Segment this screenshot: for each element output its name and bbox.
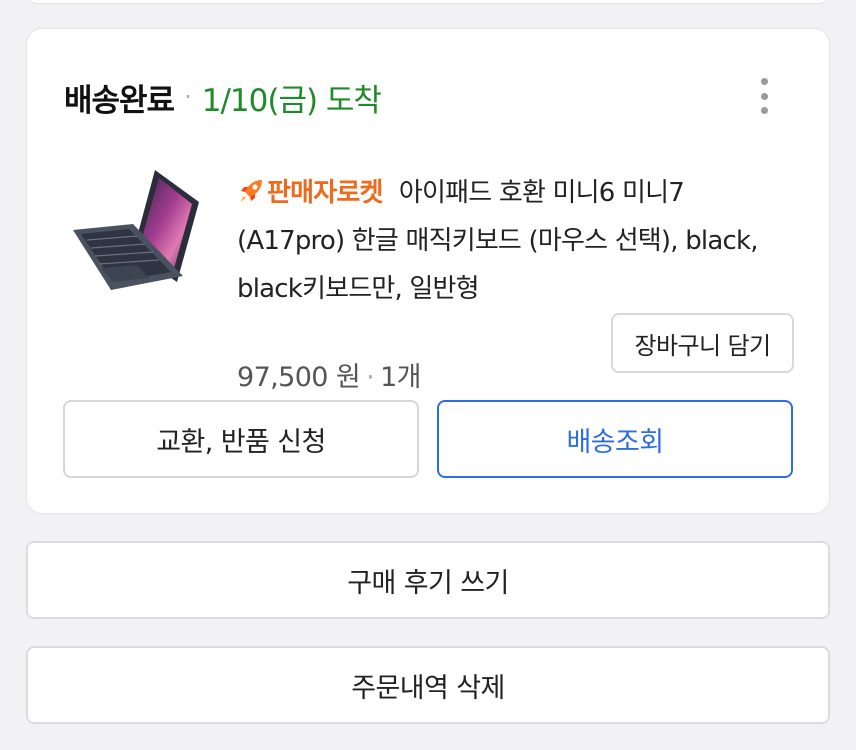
previous-card-edge (26, 0, 830, 4)
seller-rocket-badge: 판매자로켓 (237, 178, 391, 208)
rocket-icon (240, 180, 262, 202)
arrival-date: 1/10(금) 도착 (201, 82, 382, 119)
add-to-cart-button[interactable]: 장바구니 담기 (611, 313, 794, 373)
price-separator: · (366, 362, 375, 393)
track-delivery-button[interactable]: 배송조회 (437, 400, 793, 478)
product-title[interactable]: 판매자로켓 아이패드 호환 미니6 미니7 (A17pro) 한글 매직키보드 … (237, 169, 797, 313)
write-review-button[interactable]: 구매 후기 쓰기 (26, 541, 830, 619)
status-separator: · (184, 83, 192, 111)
product-price: 97,500 원 (237, 362, 361, 393)
order-card: 배송완료 · 1/10(금) 도착 판매자로켓 아이패드 호환 미니6 미니7 … (26, 28, 830, 514)
delivery-status: 배송완료 · 1/10(금) 도착 (64, 77, 382, 119)
delete-order-button[interactable]: 주문내역 삭제 (26, 646, 830, 724)
price-row: 97,500 원 · 1개 (237, 355, 422, 394)
badge-label: 판매자로켓 (267, 178, 383, 208)
product-quantity: 1개 (380, 362, 421, 393)
status-label: 배송완료 (64, 82, 175, 119)
exchange-return-button[interactable]: 교환, 반품 신청 (63, 400, 419, 478)
product-thumbnail[interactable] (67, 164, 205, 304)
more-options-icon[interactable] (749, 76, 779, 116)
